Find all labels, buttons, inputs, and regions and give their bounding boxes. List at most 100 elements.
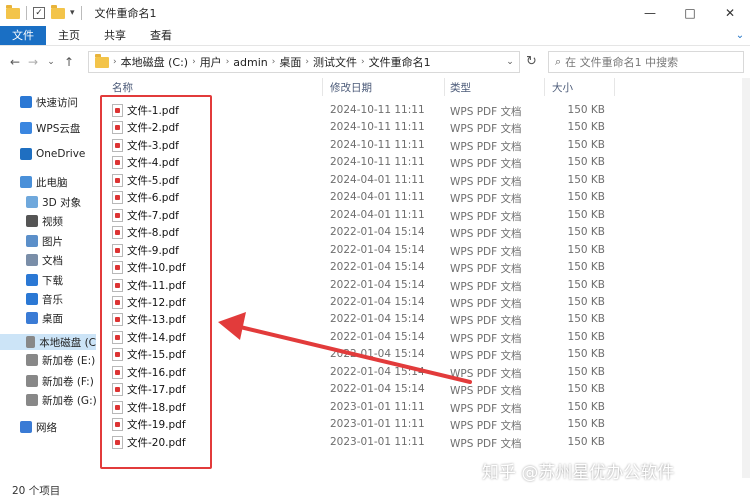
drive-icon <box>26 394 38 406</box>
sidebar-item[interactable]: 图片 <box>0 233 63 249</box>
forward-button[interactable]: → <box>24 55 42 69</box>
folder-icon <box>95 53 109 68</box>
file-date: 2024-04-01 11:11 <box>330 208 425 221</box>
file-size: 150 KB <box>567 121 605 134</box>
file-type: WPS PDF 文档 <box>450 175 522 188</box>
file-type: WPS PDF 文档 <box>450 123 522 136</box>
file-size: 150 KB <box>567 383 605 396</box>
sidebar-item-label: 视频 <box>42 215 63 228</box>
file-date: 2024-04-01 11:11 <box>330 191 425 204</box>
file-date: 2022-01-04 15:14 <box>330 348 425 361</box>
file-date: 2024-10-11 11:11 <box>330 104 425 116</box>
sidebar-item[interactable]: WPS云盘 <box>0 120 80 136</box>
file-date: 2022-01-04 15:14 <box>330 383 425 396</box>
file-date: 2022-01-04 15:14 <box>330 295 425 308</box>
sidebar-item-label: 桌面 <box>42 312 63 325</box>
address-bar[interactable]: › 本地磁盘 (C:) › 用户 › admin › 桌面 › 测试文件 › 文… <box>88 51 520 73</box>
file-size: 150 KB <box>567 278 605 291</box>
minimize-button[interactable]: — <box>630 0 670 26</box>
file-date: 2024-10-11 11:11 <box>330 138 425 151</box>
maximize-button[interactable]: □ <box>670 0 710 26</box>
window-title: 文件重命名1 <box>94 7 157 20</box>
sidebar-item[interactable]: 文档 <box>0 252 63 268</box>
star-icon <box>20 96 32 108</box>
properties-icon[interactable]: ✓ <box>33 7 45 19</box>
column-header-size[interactable]: 大小 <box>552 80 573 95</box>
sidebar-item[interactable]: 下载 <box>0 272 63 288</box>
up-button[interactable]: ↑ <box>60 55 78 69</box>
column-header-date[interactable]: 修改日期 <box>330 80 372 95</box>
document-icon <box>26 254 38 266</box>
file-type: WPS PDF 文档 <box>450 210 522 223</box>
sidebar-item-label: 快速访问 <box>36 96 78 109</box>
file-date: 2023-01-01 11:11 <box>330 400 425 413</box>
sidebar-item[interactable]: 本地磁盘 (C <box>0 334 96 350</box>
breadcrumb-separator: › <box>271 57 276 67</box>
status-bar: 20 个项目 <box>0 480 750 500</box>
title-bar: ✓ ▾ 文件重命名1 — □ ✕ <box>0 0 750 26</box>
recent-locations-icon[interactable]: ⌄ <box>42 57 60 67</box>
column-header-name[interactable]: 名称 <box>112 80 133 95</box>
customize-toolbar-icon[interactable]: ▾ <box>70 8 75 18</box>
sidebar-item-label: 3D 对象 <box>42 196 82 209</box>
expand-ribbon-icon[interactable]: ⌄ <box>730 26 750 45</box>
file-type: WPS PDF 文档 <box>450 367 522 380</box>
column-divider[interactable] <box>322 78 323 96</box>
file-size: 150 KB <box>567 173 605 186</box>
breadcrumb-item[interactable]: 本地磁盘 (C:) <box>121 54 188 70</box>
sidebar-item[interactable]: 网络 <box>0 419 57 435</box>
sidebar-item[interactable]: 新加卷 (F:) <box>0 373 94 389</box>
cloud-icon <box>20 122 32 134</box>
breadcrumb-item[interactable]: admin <box>233 56 267 69</box>
sidebar-item[interactable]: 音乐 <box>0 291 63 307</box>
drive-icon <box>26 375 38 387</box>
close-button[interactable]: ✕ <box>710 0 750 26</box>
sidebar-item-label: 新加卷 (E:) <box>42 354 96 367</box>
sidebar-item-label: WPS云盘 <box>36 122 81 135</box>
file-size: 150 KB <box>567 313 605 326</box>
quick-access-toolbar: ✓ ▾ <box>0 4 85 20</box>
onedrive-icon <box>20 148 32 160</box>
sidebar-item-label: OneDrive <box>36 148 86 160</box>
file-size: 150 KB <box>567 138 605 151</box>
sidebar-item[interactable]: 桌面 <box>0 310 63 326</box>
file-size: 150 KB <box>567 348 605 361</box>
music-icon <box>26 293 38 305</box>
sidebar-item[interactable]: 新加卷 (E:) <box>0 352 95 368</box>
sidebar-item[interactable]: 此电脑 <box>0 174 68 190</box>
sidebar-item-label: 图片 <box>42 235 63 248</box>
breadcrumb-item[interactable]: 用户 <box>200 54 222 70</box>
tab-home[interactable]: 主页 <box>46 26 92 45</box>
tab-share[interactable]: 共享 <box>92 26 138 45</box>
new-folder-icon[interactable] <box>51 4 65 19</box>
column-divider[interactable] <box>544 78 545 96</box>
file-type: WPS PDF 文档 <box>450 193 522 206</box>
breadcrumb-item[interactable]: 桌面 <box>279 54 301 70</box>
back-button[interactable]: ← <box>6 55 24 69</box>
tab-file[interactable]: 文件 <box>0 26 46 45</box>
column-divider[interactable] <box>614 78 615 96</box>
file-type: WPS PDF 文档 <box>450 228 522 241</box>
tab-view[interactable]: 查看 <box>138 26 184 45</box>
file-type: WPS PDF 文档 <box>450 245 522 258</box>
sidebar-item[interactable]: 新加卷 (G:) <box>0 392 97 408</box>
breadcrumb-separator: › <box>192 57 196 67</box>
sidebar-item[interactable]: 3D 对象 <box>0 194 81 210</box>
column-header-type[interactable]: 类型 <box>450 80 471 95</box>
search-input[interactable]: ⌕ 在 文件重命名1 中搜索 <box>548 51 744 73</box>
file-size: 150 KB <box>567 418 605 431</box>
sidebar-item[interactable]: 快速访问 <box>0 94 78 110</box>
navigation-pane: 快速访问 WPS云盘 OneDrive 此电脑 3D 对象视频图片文档下载音乐桌面本地磁… <box>0 78 98 478</box>
refresh-button[interactable]: ↻ <box>526 54 537 69</box>
file-size: 150 KB <box>567 295 605 308</box>
sidebar-item[interactable]: 视频 <box>0 213 63 229</box>
sidebar-item[interactable]: OneDrive <box>0 146 85 162</box>
breadcrumb-item[interactable]: 文件重命名1 <box>369 54 431 70</box>
file-size: 150 KB <box>567 330 605 343</box>
address-history-icon[interactable]: ⌄ <box>501 57 519 67</box>
column-divider[interactable] <box>444 78 445 96</box>
file-type: WPS PDF 文档 <box>450 315 522 328</box>
vertical-scrollbar[interactable] <box>742 78 750 478</box>
picture-icon <box>26 235 38 247</box>
breadcrumb-item[interactable]: 测试文件 <box>313 54 357 70</box>
